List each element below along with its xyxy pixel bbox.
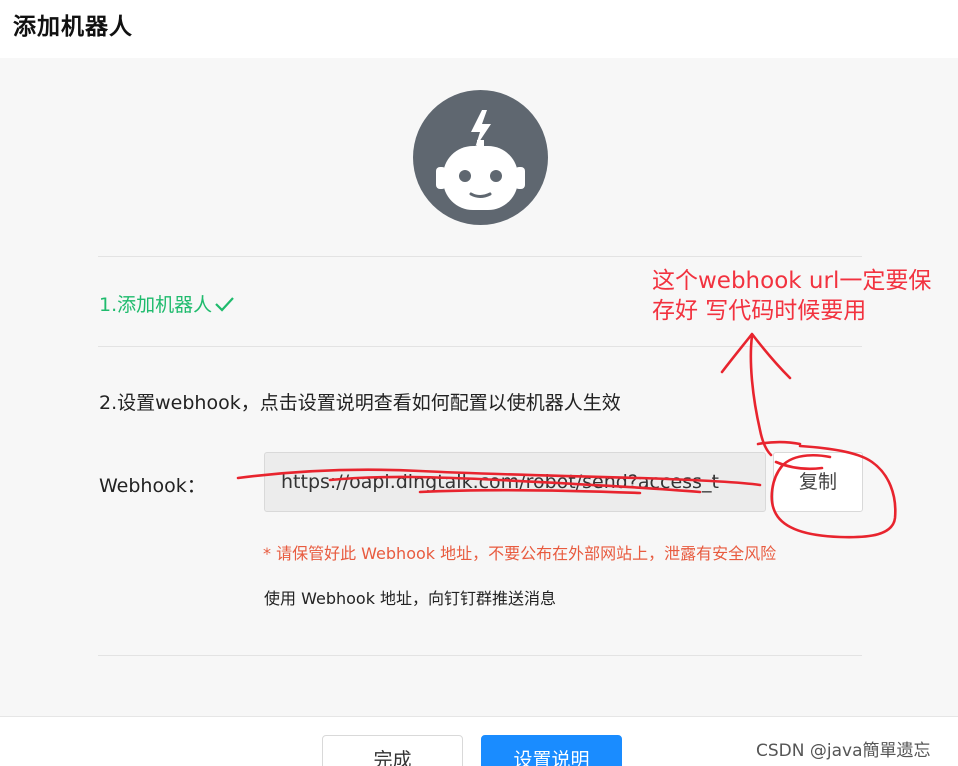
webhook-usage-hint: 使用 Webhook 地址，向钉钉群推送消息 <box>264 589 557 608</box>
robot-avatar <box>413 90 548 225</box>
setup-help-button[interactable]: 设置说明 <box>481 735 622 766</box>
security-warning: * 请保管好此 Webhook 地址，不要公布在外部网站上，泄露有安全风险 <box>263 544 777 563</box>
webhook-url-field[interactable]: https://oapi.dingtalk.com/robot/send?acc… <box>264 452 766 512</box>
webhook-label: Webhook： <box>99 475 206 497</box>
footer-divider <box>0 716 958 717</box>
annotation-line-1: 这个webhook url一定要保 <box>652 268 932 294</box>
step-2-instruction: 2.设置webhook，点击设置说明查看如何配置以使机器人生效 <box>99 392 621 414</box>
robot-icon <box>436 110 525 210</box>
copy-button[interactable]: 复制 <box>773 452 863 512</box>
divider <box>98 346 862 347</box>
watermark: CSDN @java簡單遗忘 <box>756 741 931 761</box>
step-1-status: 1.添加机器人 <box>99 290 234 317</box>
content-panel: 1.添加机器人 2.设置webhook，点击设置说明查看如何配置以使机器人生效 … <box>0 58 958 716</box>
step-1-label: 1.添加机器人 <box>99 294 213 316</box>
page-title: 添加机器人 <box>13 14 133 40</box>
handwritten-annotation: 这个webhook url一定要保 存好 写代码时候要用 <box>652 266 931 326</box>
divider <box>98 655 862 656</box>
done-button[interactable]: 完成 <box>322 735 463 766</box>
check-icon <box>215 296 234 312</box>
annotation-line-2: 存好 写代码时候要用 <box>652 298 867 324</box>
divider <box>98 256 862 257</box>
